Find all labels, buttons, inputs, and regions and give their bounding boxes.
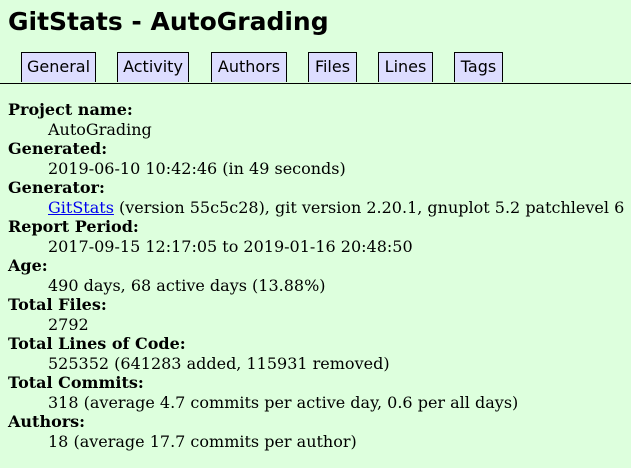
tab-files[interactable]: Files <box>308 52 357 82</box>
age-label: Age: <box>8 256 48 275</box>
general-stats-list: Project name: AutoGrading Generated: 201… <box>8 100 628 451</box>
total-loc-label: Total Lines of Code: <box>8 334 186 353</box>
nav-tabs: General Activity Authors Files Lines Tag… <box>0 52 631 84</box>
gitstats-link[interactable]: GitStats <box>48 198 114 217</box>
project-name-value: AutoGrading <box>48 119 152 139</box>
total-commits-label: Total Commits: <box>8 373 144 392</box>
total-commits-value: 318 (average 4.7 commits per active day,… <box>48 392 519 412</box>
report-period-label: Report Period: <box>8 217 139 236</box>
tab-general[interactable]: General <box>21 52 96 82</box>
authors-label: Authors: <box>8 412 86 431</box>
age-value: 490 days, 68 active days (13.88%) <box>48 275 326 295</box>
tab-activity[interactable]: Activity <box>117 52 189 82</box>
page-title: GitStats - AutoGrading <box>8 7 329 36</box>
tab-lines[interactable]: Lines <box>378 52 433 82</box>
tab-tags[interactable]: Tags <box>454 52 503 82</box>
generator-version-text: (version 55c5c28), git version 2.20.1, g… <box>113 197 625 217</box>
total-loc-value: 525352 (641283 added, 115931 removed) <box>48 353 390 373</box>
project-name-label: Project name: <box>8 100 133 119</box>
generated-label: Generated: <box>8 139 108 158</box>
report-period-value: 2017-09-15 12:17:05 to 2019-01-16 20:48:… <box>48 236 413 256</box>
total-files-label: Total Files: <box>8 295 107 314</box>
authors-value: 18 (average 17.7 commits per author) <box>48 431 357 451</box>
generator-value: GitStats (version 55c5c28), git version … <box>48 198 628 218</box>
total-files-value: 2792 <box>48 314 89 334</box>
generator-label: Generator: <box>8 178 105 197</box>
tab-authors[interactable]: Authors <box>211 52 287 82</box>
generated-value: 2019-06-10 10:42:46 (in 49 seconds) <box>48 158 346 178</box>
